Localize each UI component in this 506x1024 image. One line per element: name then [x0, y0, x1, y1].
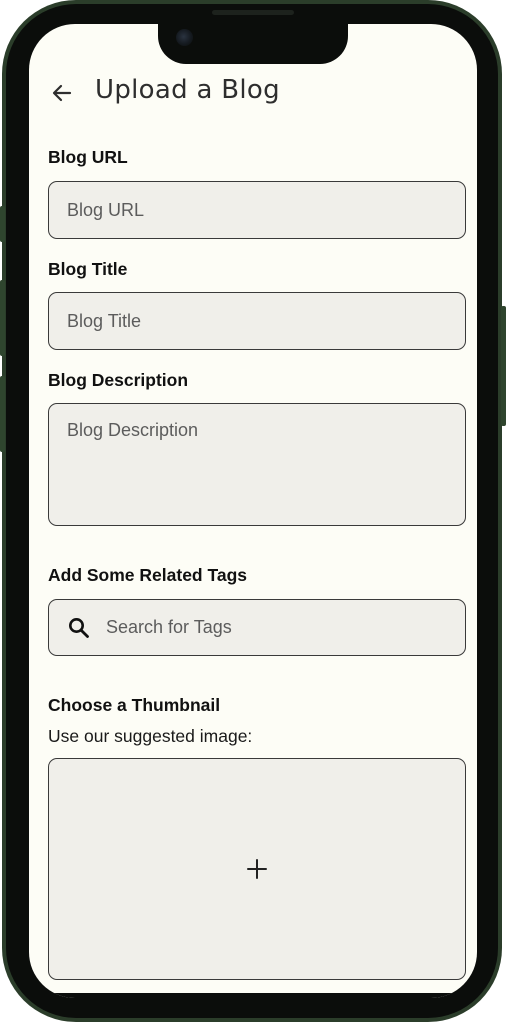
back-button[interactable]	[47, 78, 77, 108]
earpiece-speaker	[212, 10, 294, 15]
blog-title-input[interactable]	[48, 292, 466, 350]
thumbnail-label: Choose a Thumbnail	[48, 695, 221, 715]
blog-url-label: Blog URL	[48, 147, 128, 167]
search-icon	[69, 618, 89, 638]
volume-up-button	[0, 280, 5, 356]
power-button	[501, 306, 506, 426]
page-title: Upload a Blog	[95, 75, 280, 105]
plus-icon	[247, 859, 267, 879]
tags-label: Add Some Related Tags	[48, 565, 248, 585]
app-header: Upload a Blog	[29, 74, 477, 114]
blog-description-textarea[interactable]	[48, 403, 466, 526]
blog-description-label: Blog Description	[48, 370, 189, 390]
screen-bottom-edge	[29, 993, 477, 998]
front-camera	[176, 29, 193, 46]
app-screen: Upload a Blog Blog URL Blog Title Blog D…	[29, 24, 477, 998]
thumbnail-picker[interactable]	[48, 758, 466, 980]
arrow-left-icon	[52, 84, 72, 102]
tags-search-input[interactable]	[48, 599, 466, 656]
blog-url-input[interactable]	[48, 181, 466, 239]
tags-search	[48, 599, 466, 656]
thumbnail-hint: Use our suggested image:	[48, 726, 253, 746]
volume-down-button	[0, 376, 5, 452]
blog-title-label: Blog Title	[48, 259, 128, 279]
silent-switch	[0, 206, 5, 242]
